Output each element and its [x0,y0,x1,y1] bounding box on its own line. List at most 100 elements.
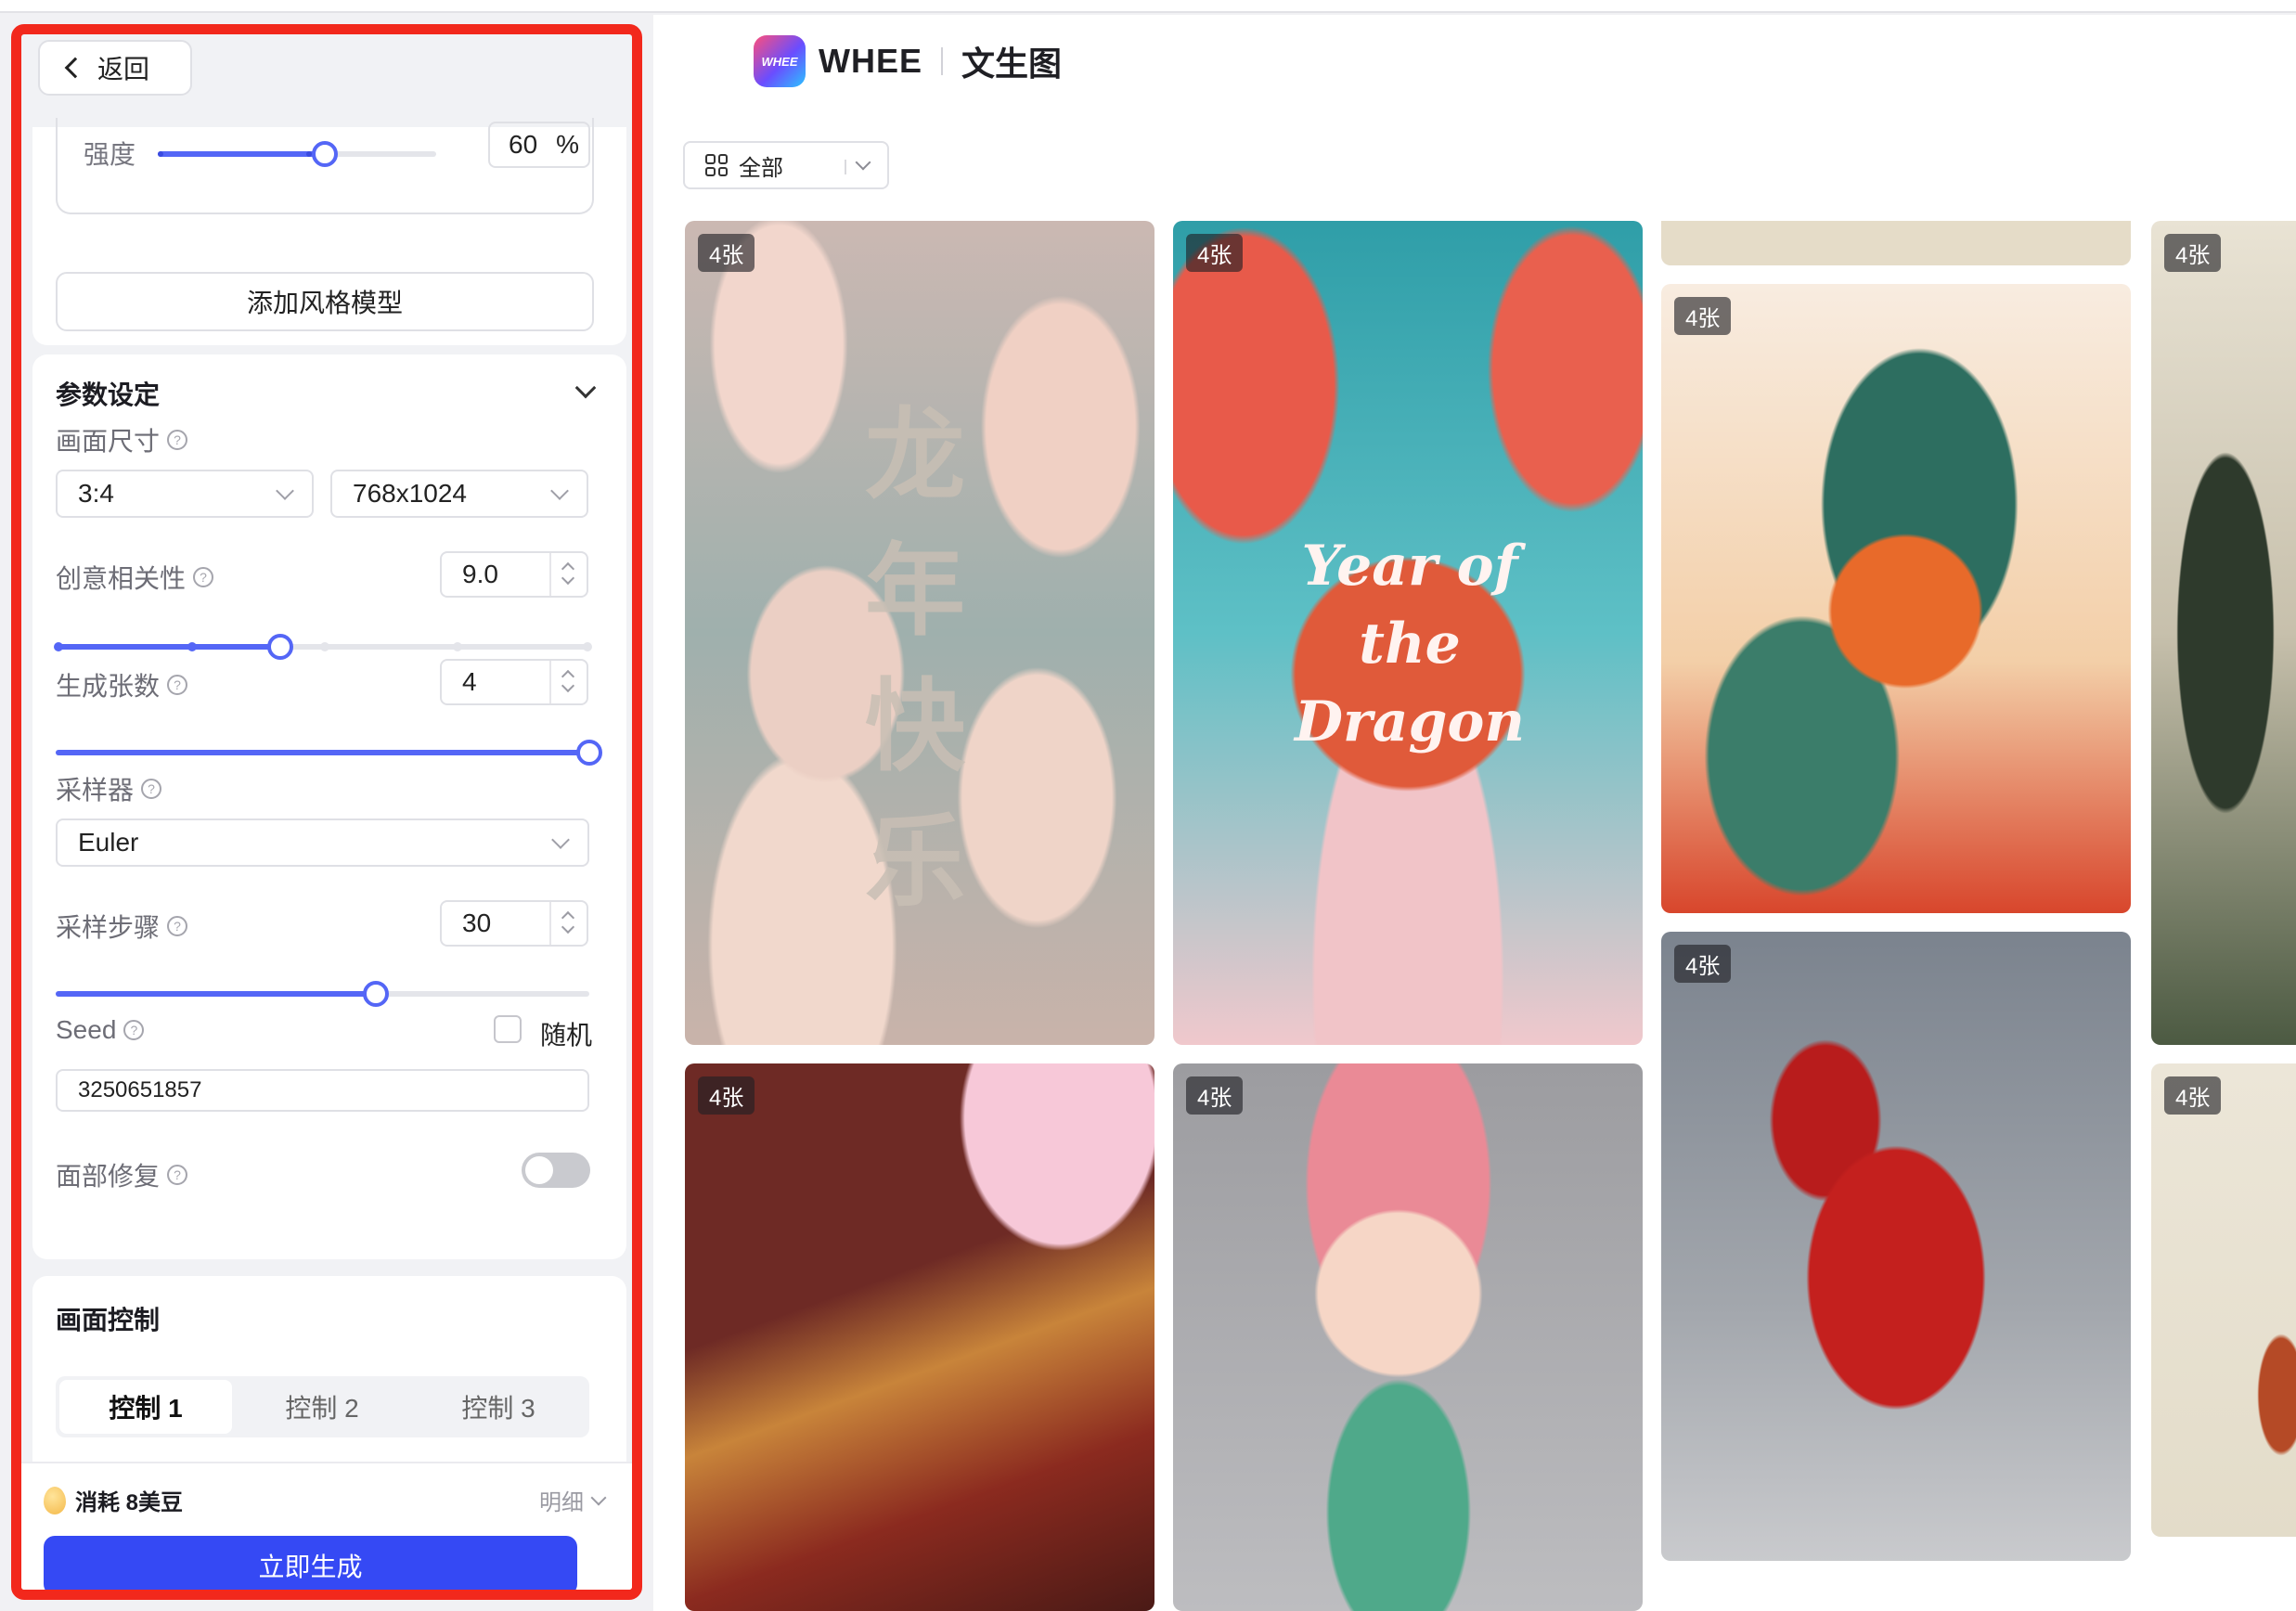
chevron-down-icon [590,1489,607,1505]
strength-slider-thumb[interactable] [312,141,338,167]
chevron-down-icon[interactable] [574,377,597,399]
face-fix-toggle[interactable] [522,1153,590,1188]
random-seed-checkbox[interactable] [494,1015,522,1043]
generate-footer: 消耗 8美豆 明细 立即生成 [21,1462,632,1590]
chevron-down-icon [855,154,871,171]
cost-detail-toggle[interactable]: 明细 [539,1484,607,1516]
image-count-badge: 4张 [2164,234,2222,272]
stepper-arrows[interactable] [549,553,587,596]
gallery-tile-boy-dragon[interactable]: 4张 [1661,284,2131,913]
sampling-steps-slider[interactable] [56,981,589,1007]
parameters-card: 参数设定 画面尺寸 ? 3:4 768x1024 创意相关性 ? 9.0 生成张… [32,354,626,1259]
tab-control-2[interactable]: 控制 2 [236,1380,408,1434]
help-icon[interactable]: ? [167,1165,188,1185]
brand-name: WHEE [819,42,922,80]
stepper-arrows[interactable] [549,902,587,945]
tab-control-1[interactable]: 控制 1 [59,1380,232,1434]
back-label: 返回 [97,55,150,84]
help-icon[interactable]: ? [141,779,162,799]
sampler-label: 采样器 ? [56,770,162,807]
image-count-slider[interactable] [56,740,602,766]
image-count-badge: 4张 [1186,234,1244,272]
gallery-tile-clouds[interactable]: 4张 龙年快乐 [685,221,1154,1045]
control-tabs: 控制 1 控制 2 控制 3 [56,1376,589,1437]
creativity-input[interactable]: 9.0 [440,551,588,598]
filter-select[interactable]: 全部 [683,141,889,189]
cost-label: 消耗 8美豆 [75,1490,184,1515]
sampling-steps-slider-thumb[interactable] [363,981,389,1007]
strength-input[interactable]: 60 % [488,122,590,168]
slider-tick [187,642,197,651]
tab-control-3[interactable]: 控制 3 [412,1380,585,1434]
face-fix-label: 面部修复 ? [56,1156,188,1193]
back-button[interactable]: 返回 [38,40,192,96]
tile-overlay-text: 龙年快乐 [864,399,965,918]
gallery-tile-ink-dragon[interactable]: 4张 [2151,1063,2296,1537]
sampler-select[interactable]: Euler [56,818,589,867]
gallery-tile-temple-landscape[interactable]: 4张 [2151,221,2296,1045]
browser-top-strip [0,0,2296,13]
creativity-label: 创意相关性 ? [56,559,214,596]
bean-icon [44,1486,66,1514]
image-count-label: 生成张数 ? [56,666,188,703]
help-icon[interactable]: ? [167,675,188,695]
image-count-badge: 4张 [698,1076,755,1115]
creativity-slider-thumb[interactable] [267,634,293,660]
aspect-ratio-value: 3:4 [78,479,114,508]
sampler-text: 采样器 [56,776,135,805]
gallery-tile-year-of-dragon[interactable]: 4张 Year of the Dragon [1173,221,1643,1045]
help-icon[interactable]: ? [167,430,188,450]
image-count-input[interactable]: 4 [440,659,588,705]
seed-label: Seed ? [56,1015,145,1045]
aspect-ratio-select[interactable]: 3:4 [56,470,314,518]
image-count-badge: 4张 [1674,945,1732,983]
sampling-steps-input[interactable]: 30 [440,900,588,947]
help-icon[interactable]: ? [123,1020,145,1040]
resolution-select[interactable]: 768x1024 [330,470,588,518]
settings-panel: 返回 强度 60 % 添加风格模型 参数设定 画面尺寸 ? 3:4 768x10… [11,24,642,1600]
stepper-arrows[interactable] [549,661,587,703]
help-icon[interactable]: ? [193,567,214,587]
face-fix-text: 面部修复 [56,1162,161,1191]
slider-tick [583,642,592,651]
parameters-title: 参数设定 [56,380,161,409]
strength-slider[interactable] [158,141,436,167]
image-count-badge: 4张 [1186,1076,1244,1115]
creativity-text: 创意相关性 [56,564,187,593]
slider-tick [320,642,329,651]
add-style-model-button[interactable]: 添加风格模型 [56,272,594,331]
slider-tick [453,642,462,651]
tile-overlay-text: Year of the Dragon [1294,534,1526,754]
cost-info: 消耗 8美豆 [44,1484,183,1516]
strength-value: 60 [509,130,538,159]
generate-button[interactable]: 立即生成 [44,1536,577,1590]
chevron-down-icon [276,482,294,500]
gallery-tile-partial[interactable] [1661,221,2131,265]
sampling-steps-text: 采样步骤 [56,913,161,942]
strength-box: 强度 60 % [56,118,594,214]
gallery-tile-cartoon-kid[interactable]: 4张 [1173,1063,1643,1611]
sampling-steps-value: 30 [462,909,492,937]
slider-tick [158,151,163,157]
creativity-value: 9.0 [462,560,498,588]
divider [941,47,943,75]
seed-input[interactable]: 3250651857 [56,1069,589,1112]
gallery-tile-lego-dragon[interactable]: 4张 [1661,932,2131,1561]
gallery-tile-golden-dragon[interactable]: 4张 [685,1063,1154,1611]
toggle-knob [525,1156,553,1184]
chevron-left-icon [64,57,86,79]
canvas-size-label: 画面尺寸 ? [56,421,188,458]
image-count-badge: 4张 [1674,297,1732,335]
whee-logo[interactable]: WHEE [754,35,806,87]
resolution-value: 768x1024 [353,479,468,508]
sampling-steps-slider-fill [56,991,376,997]
random-seed-label[interactable]: 随机 [540,1015,592,1052]
strength-slider-fill [158,151,325,157]
brand: WHEE WHEE 文生图 [754,35,1062,87]
image-count-badge: 4张 [2164,1076,2222,1115]
chevron-down-icon [550,482,569,500]
creativity-slider[interactable] [54,634,592,660]
image-count-slider-thumb[interactable] [576,740,602,766]
help-icon[interactable]: ? [167,916,188,936]
image-count-text: 生成张数 [56,672,161,701]
